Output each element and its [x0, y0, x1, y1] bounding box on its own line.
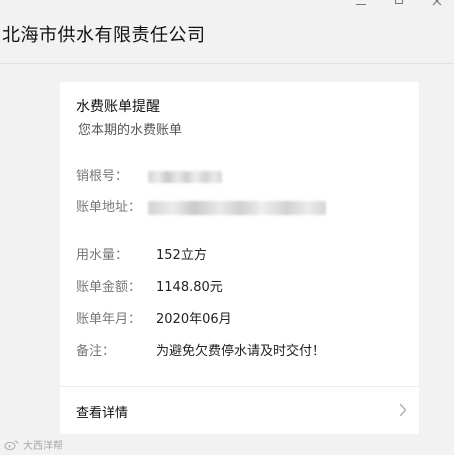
view-details-label: 查看详情 [76, 406, 129, 421]
window-title: 北海市供水有限责任公司 [2, 25, 206, 46]
remark-field: 备注： 为避免欠费停水请及时交付！ [76, 343, 325, 361]
usage-field: 用水量： 152立方 [76, 247, 207, 265]
period-label: 账单年月： [76, 312, 142, 327]
maximize-icon[interactable] [392, 0, 406, 8]
chevron-right-icon [399, 402, 407, 421]
remark-value: 为避免欠费停水请及时交付！ [156, 344, 326, 359]
address-label: 账单地址： [76, 200, 142, 215]
amount-field: 账单金额： 1148.80元 [76, 279, 223, 297]
account-field: 销根号： [76, 168, 222, 186]
bill-card: 水费账单提醒 您本期的水费账单 销根号： 账单地址： 用水量： 152立方 账单… [60, 82, 419, 434]
address-value-redacted [148, 201, 326, 215]
account-label: 销根号： [76, 169, 129, 184]
close-glyph [432, 0, 442, 6]
card-subtitle: 您本期的水费账单 [78, 123, 183, 138]
close-icon[interactable] [430, 0, 444, 8]
watermark: 大西洋帮 [4, 437, 63, 452]
address-field: 账单地址： [76, 199, 326, 217]
minimize-icon[interactable] [354, 0, 368, 8]
card-header: 水费账单提醒 您本期的水费账单 [76, 98, 182, 140]
period-field: 账单年月： 2020年06月 [76, 311, 232, 329]
card-title: 水费账单提醒 [76, 99, 160, 115]
remark-label: 备注： [76, 344, 116, 359]
window-controls [354, 0, 444, 8]
amount-label: 账单金额： [76, 280, 142, 295]
title-bar: 北海市供水有限责任公司 [0, 0, 454, 64]
weibo-logo-icon [4, 440, 19, 450]
amount-value: 1148.80元 [156, 280, 223, 295]
usage-label: 用水量： [76, 248, 129, 263]
account-value-redacted [148, 171, 222, 183]
view-details-button[interactable]: 查看详情 [60, 386, 419, 434]
period-value: 2020年06月 [156, 312, 232, 327]
watermark-text: 大西洋帮 [23, 441, 63, 452]
usage-value: 152立方 [156, 248, 207, 263]
